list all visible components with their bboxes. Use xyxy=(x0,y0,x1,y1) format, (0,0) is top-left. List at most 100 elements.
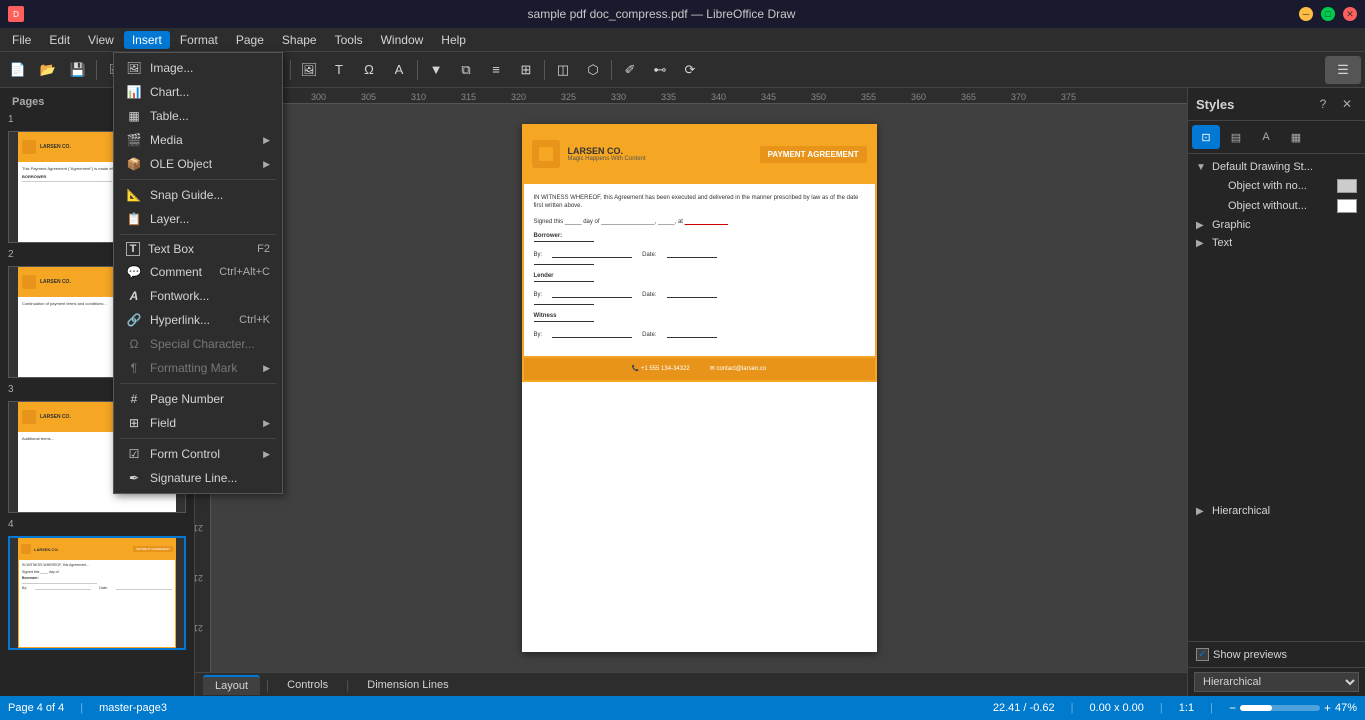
menu-tools[interactable]: Tools xyxy=(327,31,371,49)
close-button[interactable]: ✕ xyxy=(1343,7,1357,21)
styles-panel-title: Styles xyxy=(1196,97,1234,112)
tb-shapes[interactable]: ▼ xyxy=(422,56,450,84)
show-previews-checkbox[interactable] xyxy=(1196,648,1209,661)
maximize-button[interactable]: □ xyxy=(1321,7,1335,21)
menu-item-form-control[interactable]: ☑ Form Control ▶ xyxy=(114,442,282,466)
tree-item-text[interactable]: ▶ Text xyxy=(1192,234,1361,252)
hyperlink-icon: 🔗 xyxy=(126,312,142,328)
svg-text:310: 310 xyxy=(411,92,426,102)
hierarchy-select[interactable]: Hierarchical Flat Custom xyxy=(1194,672,1359,692)
status-coordinates: 22.41 / -0.62 xyxy=(993,702,1055,714)
textbox-icon: T xyxy=(126,242,140,256)
menu-item-chart-label: Chart... xyxy=(150,85,270,99)
page-thumb-4[interactable]: 4 LARSEN CO. PAYMENT AGREEMENT IN WITNES… xyxy=(4,517,190,650)
image-icon: 🖼 xyxy=(126,60,142,76)
tb-fontwork[interactable]: A xyxy=(385,56,413,84)
tree-item-default[interactable]: ▼ Default Drawing St... xyxy=(1192,158,1361,176)
menu-item-textbox[interactable]: T Text Box F2 xyxy=(114,238,282,260)
menu-file[interactable]: File xyxy=(4,31,39,49)
menu-item-ole[interactable]: 📦 OLE Object ▶ xyxy=(114,152,282,176)
btab-controls[interactable]: Controls xyxy=(275,676,340,694)
styles-help-btn[interactable]: ? xyxy=(1313,94,1333,114)
menu-window[interactable]: Window xyxy=(373,31,432,49)
menu-insert[interactable]: Insert xyxy=(124,31,170,49)
status-scale: 1:1 xyxy=(1179,702,1194,714)
tb-3d[interactable]: ⬡ xyxy=(579,56,607,84)
menu-item-signature[interactable]: ✒ Signature Line... xyxy=(114,466,282,490)
style-tab-drawing[interactable]: ⊡ xyxy=(1192,125,1220,149)
snap-icon: 📐 xyxy=(126,187,142,203)
tb-toggle[interactable]: ⟳ xyxy=(676,56,704,84)
minimize-button[interactable]: ─ xyxy=(1299,7,1313,21)
doc-by-label-1: By: xyxy=(534,252,543,258)
menu-item-field-label: Field xyxy=(150,416,255,430)
tree-arrow-graphic: ▶ xyxy=(1196,220,1208,231)
doc-lender-label: Lender xyxy=(534,273,865,279)
menu-item-image[interactable]: 🖼 Image... xyxy=(114,56,282,80)
styles-tabs: ⊡ ▤ A ▦ xyxy=(1188,121,1365,154)
menu-item-field[interactable]: ⊞ Field ▶ xyxy=(114,411,282,435)
tb-arrange[interactable]: ⧉ xyxy=(452,56,480,84)
tree-item-graphic[interactable]: ▶ Graphic xyxy=(1192,216,1361,234)
doc-by-line-3 xyxy=(552,332,632,338)
comment-icon: 💬 xyxy=(126,264,142,280)
fontwork-icon: A xyxy=(126,288,142,304)
menu-item-form-control-label: Form Control xyxy=(150,447,255,461)
menu-shape[interactable]: Shape xyxy=(274,31,325,49)
field-icon: ⊞ xyxy=(126,415,142,431)
menu-item-media[interactable]: 🎬 Media ▶ xyxy=(114,128,282,152)
tb-open[interactable]: 📂 xyxy=(34,56,62,84)
menu-item-special-char: Ω Special Character... xyxy=(114,332,282,356)
btab-layout[interactable]: Layout xyxy=(203,675,260,695)
menu-item-page-number-label: Page Number xyxy=(150,392,270,406)
menu-item-page-number[interactable]: # Page Number xyxy=(114,387,282,411)
menu-item-chart[interactable]: 📊 Chart... xyxy=(114,80,282,104)
tree-item-obj-without[interactable]: Object without... xyxy=(1192,196,1361,216)
styles-close-btn[interactable]: ✕ xyxy=(1337,94,1357,114)
tb-align[interactable]: ≡ xyxy=(482,56,510,84)
tree-item-obj-no[interactable]: Object with no... xyxy=(1192,176,1361,196)
menu-item-comment[interactable]: 💬 Comment Ctrl+Alt+C xyxy=(114,260,282,284)
menu-page[interactable]: Page xyxy=(228,31,272,49)
tb-view-toggle[interactable]: ☰ xyxy=(1325,56,1361,84)
page-number-icon: # xyxy=(126,391,142,407)
menu-item-layer[interactable]: 📋 Layer... xyxy=(114,207,282,231)
menu-edit[interactable]: Edit xyxy=(41,31,78,49)
media-arrow-icon: ▶ xyxy=(263,135,270,146)
tb-save[interactable]: 💾 xyxy=(64,56,92,84)
menu-item-hyperlink-label: Hyperlink... xyxy=(150,313,231,327)
zoom-slider[interactable] xyxy=(1240,705,1320,711)
style-tab-character[interactable]: A xyxy=(1252,125,1280,149)
btab-dimension[interactable]: Dimension Lines xyxy=(355,676,460,694)
menu-item-snap-label: Snap Guide... xyxy=(150,188,270,202)
tb-new[interactable]: 📄 xyxy=(4,56,32,84)
styles-tree: ▼ Default Drawing St... Object with no..… xyxy=(1188,154,1365,641)
tb-shadow[interactable]: ◫ xyxy=(549,56,577,84)
menu-item-table[interactable]: ▦ Table... xyxy=(114,104,282,128)
tree-label-hierarchical: Hierarchical xyxy=(1212,505,1270,517)
menu-item-hyperlink[interactable]: 🔗 Hyperlink... Ctrl+K xyxy=(114,308,282,332)
tb-image[interactable]: 🖼 xyxy=(295,56,323,84)
zoom-out-button[interactable]: − xyxy=(1229,701,1236,715)
menu-item-fontwork[interactable]: A Fontwork... xyxy=(114,284,282,308)
window-title: sample pdf doc_compress.pdf — LibreOffic… xyxy=(24,7,1299,21)
menu-help[interactable]: Help xyxy=(433,31,474,49)
svg-text:300: 300 xyxy=(311,92,326,102)
tb-glue[interactable]: ⊷ xyxy=(646,56,674,84)
tree-arrow-text: ▶ xyxy=(1196,238,1208,249)
tb-distribute[interactable]: ⊞ xyxy=(512,56,540,84)
tree-item-hierarchical[interactable]: ▶ Hierarchical xyxy=(1192,502,1361,520)
menu-format[interactable]: Format xyxy=(172,31,226,49)
tb-point-edit[interactable]: ✐ xyxy=(616,56,644,84)
canvas-scroll[interactable]: LARSEN CO. Magic Happens With Content PA… xyxy=(211,104,1187,672)
style-tab-presentation[interactable]: ▤ xyxy=(1222,125,1250,149)
doc-footer: 📞 +1 555 134-34322 ✉ contact@larsen.co xyxy=(522,358,877,382)
menu-item-snap[interactable]: 📐 Snap Guide... xyxy=(114,183,282,207)
layer-icon: 📋 xyxy=(126,211,142,227)
tb-textbox[interactable]: T xyxy=(325,56,353,84)
svg-text:345: 345 xyxy=(761,92,776,102)
zoom-in-button[interactable]: + xyxy=(1324,701,1331,715)
tb-special-char[interactable]: Ω xyxy=(355,56,383,84)
menu-view[interactable]: View xyxy=(80,31,122,49)
style-tab-frame[interactable]: ▦ xyxy=(1282,125,1310,149)
